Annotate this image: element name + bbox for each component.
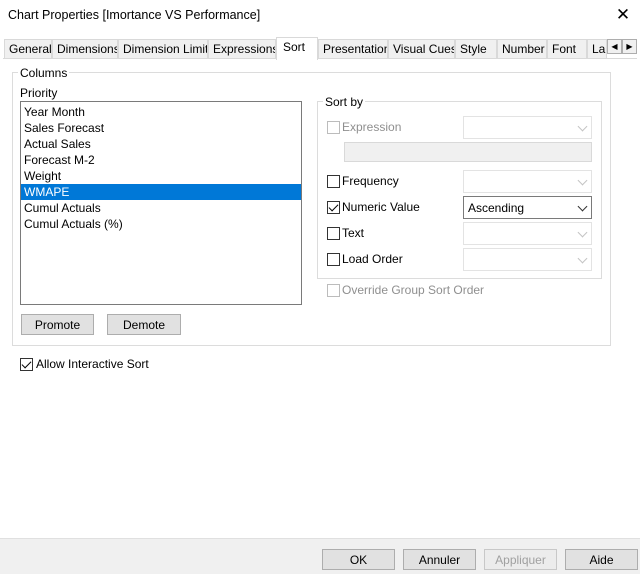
list-item[interactable]: Cumul Actuals (%) <box>21 216 301 232</box>
title-bar: Chart Properties [Imortance VS Performan… <box>0 0 640 32</box>
tab-label: General <box>9 42 52 56</box>
tab-label: Visual Cues <box>393 42 455 56</box>
tab-presentation[interactable]: Presentation <box>318 39 388 59</box>
text-checkbox[interactable] <box>327 227 340 240</box>
override-group-sort-label: Override Group Sort Order <box>342 283 485 297</box>
window-title: Chart Properties [Imortance VS Performan… <box>8 8 261 22</box>
ok-button[interactable]: OK <box>322 549 395 570</box>
promote-button[interactable]: Promote <box>21 314 94 335</box>
chevron-down-icon <box>577 253 588 264</box>
frequency-label: Frequency <box>342 174 399 188</box>
allow-interactive-sort-checkbox[interactable] <box>20 358 33 371</box>
frequency-checkbox[interactable] <box>327 175 340 188</box>
tab-scroll-right-button[interactable]: ▶ <box>622 39 637 54</box>
arrow-left-icon: ◀ <box>611 42 618 51</box>
close-icon: ✕ <box>615 5 631 24</box>
list-item[interactable]: Weight <box>21 168 301 184</box>
load-order-label: Load Order <box>342 252 403 266</box>
chevron-down-icon <box>577 227 588 238</box>
columns-group-label: Columns <box>18 66 70 80</box>
tab-style[interactable]: Style <box>455 39 497 59</box>
numeric-value-label: Numeric Value <box>342 200 420 214</box>
tab-label: La <box>592 42 606 56</box>
tab-general[interactable]: General <box>4 39 52 59</box>
priority-listbox[interactable]: Year Month Sales Forecast Actual Sales F… <box>20 101 302 305</box>
tab-font[interactable]: Font <box>547 39 587 59</box>
tab-label: Dimensions <box>57 42 118 56</box>
expression-label: Expression <box>342 120 402 134</box>
arrow-right-icon: ▶ <box>626 42 633 51</box>
load-order-checkbox[interactable] <box>327 253 340 266</box>
tab-expressions[interactable]: Expressions <box>208 39 276 59</box>
tab-label: Number <box>502 42 545 56</box>
cancel-button[interactable]: Annuler <box>403 549 476 570</box>
tab-visual-cues[interactable]: Visual Cues <box>388 39 455 59</box>
tab-label: Presentation <box>323 42 388 56</box>
demote-button[interactable]: Demote <box>107 314 181 335</box>
tab-label: Dimension Limits <box>123 42 208 56</box>
tab-scroll-left-button[interactable]: ◀ <box>607 39 622 54</box>
text-order-select[interactable] <box>463 222 592 245</box>
allow-interactive-sort-label: Allow Interactive Sort <box>36 357 149 371</box>
chevron-down-icon <box>577 175 588 186</box>
tab-dimension-limits[interactable]: Dimension Limits <box>118 39 208 59</box>
frequency-order-select[interactable] <box>463 170 592 193</box>
numeric-value-checkbox[interactable] <box>327 201 340 214</box>
list-item[interactable]: Actual Sales <box>21 136 301 152</box>
text-label: Text <box>342 226 365 240</box>
help-button[interactable]: Aide <box>565 549 638 570</box>
select-value: Ascending <box>468 201 525 215</box>
tab-dimensions[interactable]: Dimensions <box>52 39 118 59</box>
chevron-down-icon <box>577 201 588 212</box>
tab-label: Font <box>552 42 577 56</box>
tab-number[interactable]: Number <box>497 39 547 59</box>
list-item[interactable]: Cumul Actuals <box>21 200 301 216</box>
list-item[interactable]: Sales Forecast <box>21 120 301 136</box>
numeric-value-order-select[interactable]: Ascending <box>463 196 592 219</box>
tab-label: Style <box>460 42 487 56</box>
expression-order-select[interactable] <box>463 116 592 139</box>
tab-strip: General Dimensions Dimension Limits Expr… <box>0 37 640 60</box>
list-item[interactable]: Year Month <box>21 104 301 120</box>
tab-label: Expressions <box>213 42 276 56</box>
chevron-down-icon <box>577 121 588 132</box>
tab-sort[interactable]: Sort <box>276 37 318 60</box>
close-button[interactable]: ✕ <box>606 0 640 30</box>
priority-label: Priority <box>20 86 58 100</box>
list-item[interactable]: Forecast M-2 <box>21 152 301 168</box>
expression-checkbox[interactable] <box>327 121 340 134</box>
tab-label: Sort <box>283 40 306 54</box>
sort-by-group-label: Sort by <box>323 95 366 109</box>
expression-input[interactable] <box>344 142 592 162</box>
load-order-select[interactable] <box>463 248 592 271</box>
list-item-selected[interactable]: WMAPE <box>21 184 301 200</box>
apply-button[interactable]: Appliquer <box>484 549 557 570</box>
override-group-sort-checkbox[interactable] <box>327 284 340 297</box>
tab-layout-partial[interactable]: La <box>587 39 607 59</box>
